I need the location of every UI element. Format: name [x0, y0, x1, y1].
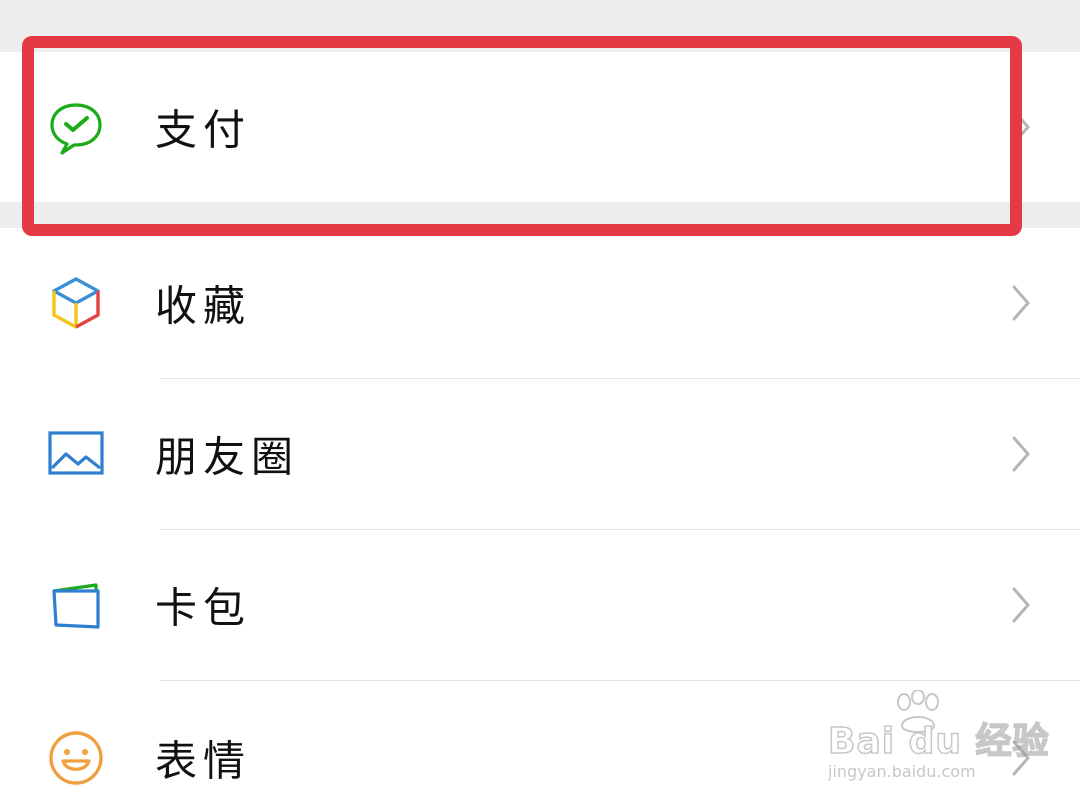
menu-item-pay[interactable]: 支付	[0, 52, 1080, 202]
menu-item-label: 支付	[155, 105, 252, 155]
moments-picture-icon	[48, 431, 104, 475]
menu-item-label: 收藏	[155, 281, 252, 331]
card-wallet-icon	[52, 583, 100, 629]
menu-item-stickers[interactable]: 表情	[0, 683, 1080, 810]
chevron-right-icon	[1012, 285, 1030, 321]
menu-item-moments[interactable]: 朋友圈	[0, 379, 1080, 529]
chevron-right-icon	[1012, 436, 1030, 472]
menu-item-favorites[interactable]: 收藏	[0, 228, 1080, 378]
menu-item-label: 表情	[155, 736, 252, 786]
menu-item-label: 卡包	[155, 583, 252, 633]
wechat-pay-check-icon	[50, 103, 102, 155]
menu-item-label: 朋友圈	[155, 432, 300, 482]
wechat-me-menu-screen: 支付 收藏 朋友圈 卡包 表情 Bai du 经验 jingyan.baidu.…	[0, 0, 1080, 810]
chevron-right-icon	[1012, 587, 1030, 623]
chevron-right-icon	[1012, 109, 1030, 145]
section-gap-top	[0, 0, 1080, 52]
chevron-right-icon	[1012, 740, 1030, 776]
section-gap	[0, 202, 1080, 228]
favorites-cube-icon	[52, 277, 100, 329]
menu-item-cards[interactable]: 卡包	[0, 530, 1080, 680]
smiley-face-icon	[49, 731, 103, 785]
divider	[160, 680, 1080, 681]
